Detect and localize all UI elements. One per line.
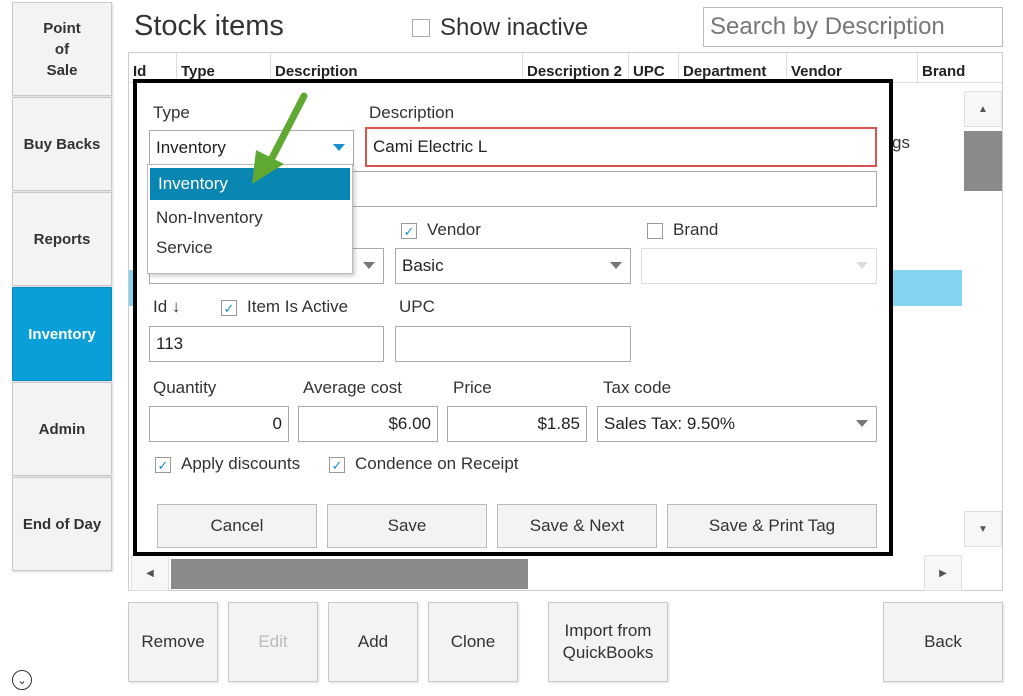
- dropdown-option-non-inventory[interactable]: Non-Inventory: [148, 200, 352, 236]
- expand-icon[interactable]: ⌄: [12, 670, 32, 690]
- id-label[interactable]: Id ↓: [153, 297, 180, 317]
- show-inactive-toggle[interactable]: Show inactive: [412, 14, 588, 42]
- vendor-select-value: Basic: [402, 256, 444, 275]
- average-cost-value: $6.00: [388, 414, 431, 433]
- brand-label: Brand: [673, 220, 719, 239]
- type-label: Type: [153, 103, 190, 122]
- average-cost-input[interactable]: $6.00: [298, 406, 438, 442]
- save-print-tag-button[interactable]: Save & Print Tag: [667, 504, 877, 548]
- chevron-down-icon[interactable]: [856, 420, 868, 427]
- import-quickbooks-button[interactable]: Import from QuickBooks: [548, 602, 668, 682]
- upc-label: UPC: [399, 297, 435, 316]
- scroll-left-icon[interactable]: ◀: [131, 555, 169, 591]
- quantity-value: 0: [272, 414, 282, 433]
- apply-discounts-checkbox[interactable]: ✓: [155, 457, 171, 473]
- column-header-department[interactable]: Department: [679, 53, 787, 82]
- show-inactive-checkbox[interactable]: [412, 19, 430, 37]
- horizontal-scroll-thumb[interactable]: [171, 559, 528, 589]
- show-inactive-label: Show inactive: [440, 14, 589, 41]
- edit-button[interactable]: Edit: [228, 602, 318, 682]
- item-active-label: Item Is Active: [247, 297, 349, 316]
- quantity-input[interactable]: 0: [149, 406, 289, 442]
- brand-select[interactable]: [641, 248, 877, 284]
- scroll-down-icon[interactable]: ▼: [964, 511, 1002, 547]
- vertical-scroll-thumb[interactable]: [964, 131, 1002, 191]
- chevron-down-icon[interactable]: [856, 262, 868, 269]
- tax-code-label: Tax code: [603, 378, 672, 397]
- condense-receipt-checkbox[interactable]: ✓: [329, 457, 345, 473]
- quantity-label: Quantity: [153, 378, 217, 397]
- scroll-right-icon[interactable]: ▶: [924, 555, 962, 591]
- edit-item-dialog: Type Inventory Description Cami Electric…: [133, 79, 893, 556]
- page-title: Stock items: [134, 10, 284, 42]
- horizontal-scrollbar[interactable]: ◀ ▶: [129, 553, 1002, 591]
- back-button[interactable]: Back: [883, 602, 1003, 682]
- scroll-up-icon[interactable]: ▲: [964, 91, 1002, 127]
- column-header-id[interactable]: Id: [129, 53, 177, 82]
- chevron-down-icon[interactable]: [363, 262, 375, 269]
- price-label: Price: [453, 378, 492, 397]
- description-input[interactable]: Cami Electric L: [365, 127, 877, 167]
- sidebar-item-buy-backs[interactable]: Buy Backs: [12, 97, 112, 191]
- vertical-scrollbar[interactable]: ▲ ▼: [962, 91, 1002, 547]
- sidebar-item-end-of-day[interactable]: End of Day: [12, 477, 112, 571]
- column-header-upc[interactable]: UPC: [629, 53, 679, 82]
- add-button[interactable]: Add: [328, 602, 418, 682]
- brand-checkbox[interactable]: [647, 223, 663, 239]
- tax-code-value: Sales Tax: 9.50%: [604, 414, 736, 433]
- upc-input[interactable]: [395, 326, 631, 362]
- apply-discounts-label: Apply discounts: [181, 454, 301, 473]
- save-button[interactable]: Save: [327, 504, 487, 548]
- annotation-arrow-icon: [252, 92, 308, 184]
- sidebar-item-admin[interactable]: Admin: [12, 382, 112, 476]
- grid-cell-partial: gs: [892, 133, 910, 152]
- condense-receipt-label: Condence on Receipt: [355, 454, 519, 473]
- description-value: Cami Electric L: [373, 137, 488, 156]
- price-input[interactable]: $1.85: [447, 406, 587, 442]
- clone-button[interactable]: Clone: [428, 602, 518, 682]
- column-header-description[interactable]: Description: [271, 53, 523, 82]
- vendor-checkbox[interactable]: ✓: [401, 223, 417, 239]
- column-header-vendor[interactable]: Vendor: [787, 53, 918, 82]
- column-header-description2[interactable]: Description 2: [523, 53, 629, 82]
- sidebar-item-inventory[interactable]: Inventory: [12, 287, 112, 381]
- column-header-type[interactable]: Type: [177, 53, 271, 82]
- id-input[interactable]: 113: [149, 326, 384, 362]
- chevron-down-icon[interactable]: [333, 144, 345, 151]
- type-select-value: Inventory: [156, 138, 226, 157]
- tax-code-select[interactable]: Sales Tax: 9.50%: [597, 406, 877, 442]
- vendor-select[interactable]: Basic: [395, 248, 631, 284]
- dropdown-option-service[interactable]: Service: [148, 236, 352, 272]
- column-header-brand[interactable]: Brand: [918, 53, 1002, 82]
- search-input[interactable]: [703, 7, 1003, 47]
- average-cost-label: Average cost: [303, 378, 402, 397]
- sidebar-item-reports[interactable]: Reports: [12, 192, 112, 286]
- cancel-button[interactable]: Cancel: [157, 504, 317, 548]
- description-label: Description: [369, 103, 455, 122]
- chevron-down-icon[interactable]: [610, 262, 622, 269]
- vendor-label: Vendor: [427, 220, 481, 239]
- sidebar-item-point-of-sale[interactable]: Point of Sale: [12, 2, 112, 96]
- save-next-button[interactable]: Save & Next: [497, 504, 657, 548]
- remove-button[interactable]: Remove: [128, 602, 218, 682]
- price-value: $1.85: [537, 414, 580, 433]
- item-active-checkbox[interactable]: ✓: [221, 300, 237, 316]
- id-value: 113: [156, 334, 184, 353]
